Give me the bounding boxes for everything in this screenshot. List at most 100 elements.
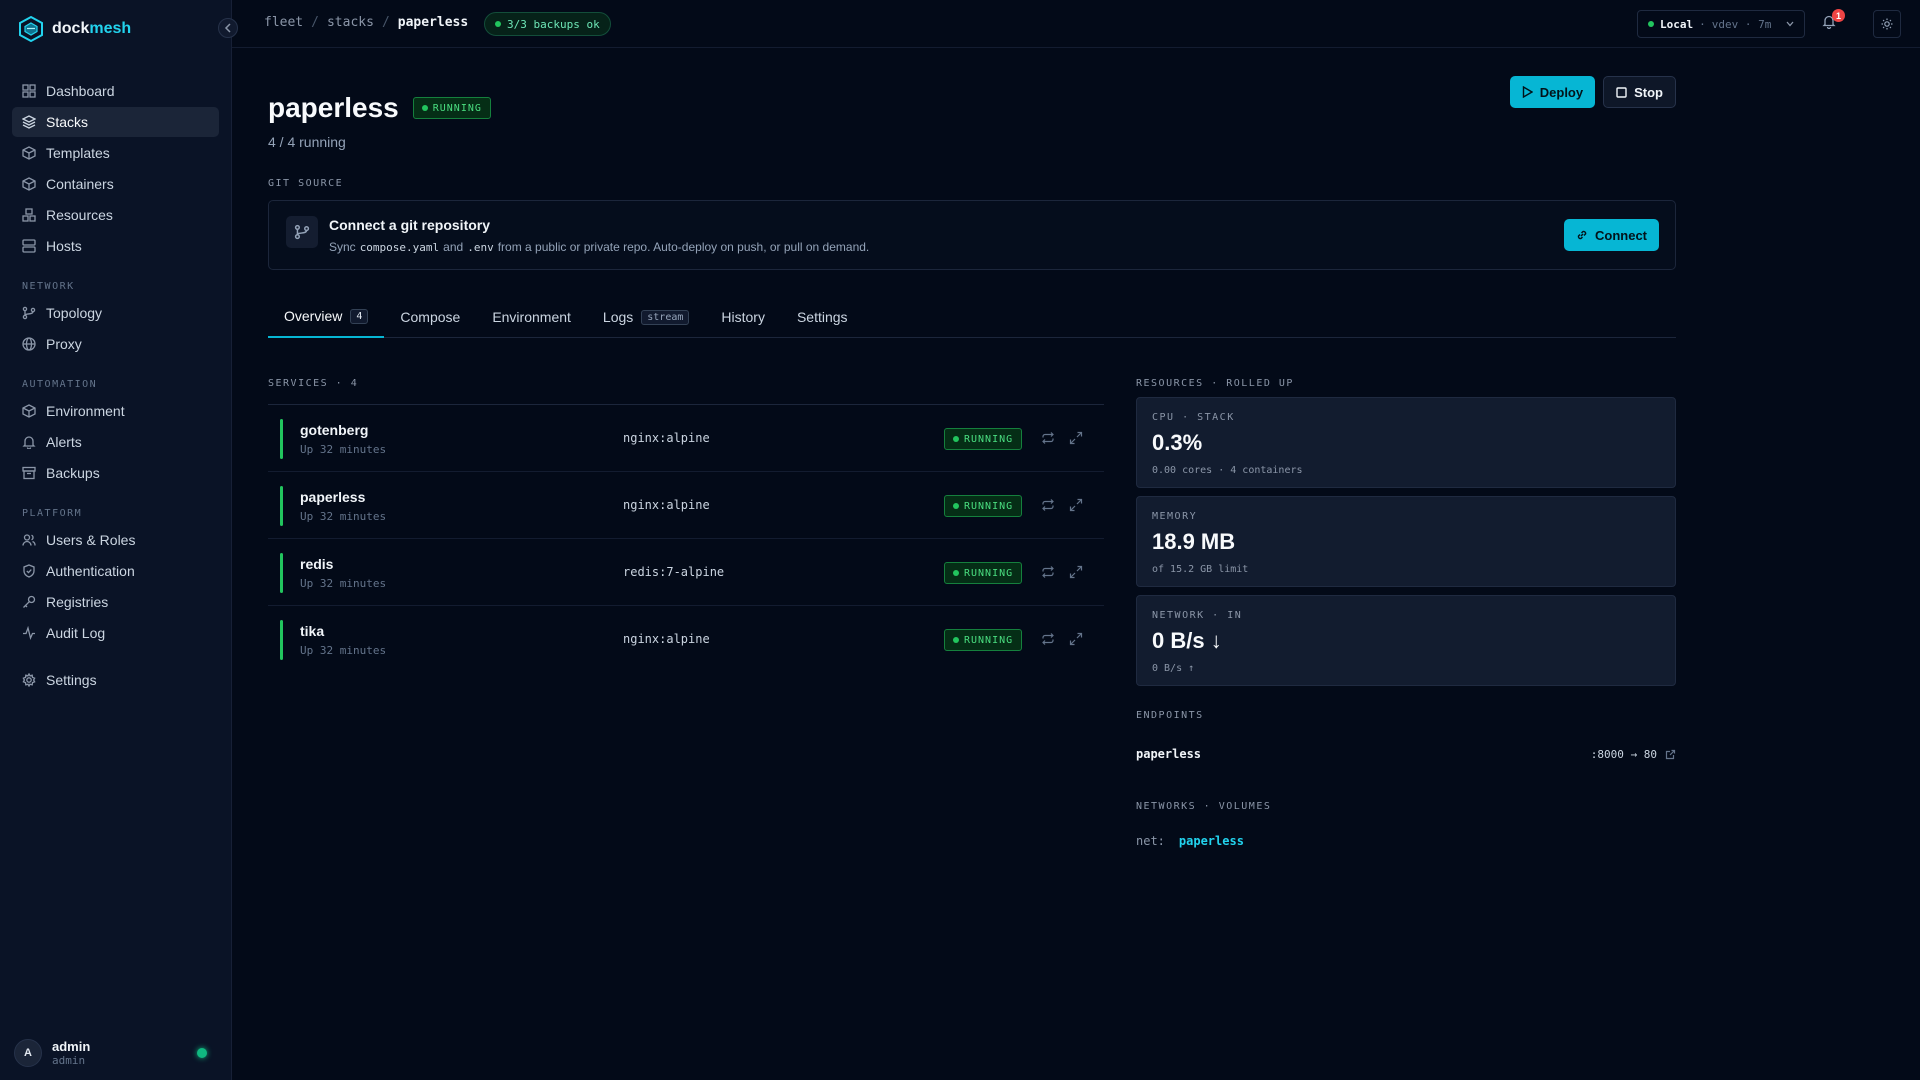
service-health-bar [280, 419, 283, 459]
service-row[interactable]: paperless Up 32 minutes nginx:alpine RUN… [268, 472, 1104, 539]
external-link-icon[interactable] [1665, 749, 1676, 760]
separator-dot: · [1699, 17, 1706, 31]
brand-name: dockmesh [52, 20, 132, 37]
sidebar-item-resources[interactable]: Resources [12, 200, 219, 230]
sidebar-item-label: Templates [46, 145, 110, 161]
deploy-button[interactable]: Deploy [1509, 76, 1596, 108]
expand-icon[interactable] [1069, 565, 1083, 579]
networks-volumes-label: NETWORKS · VOLUMES [1136, 801, 1272, 812]
sun-icon [1881, 18, 1893, 30]
network-link[interactable]: paperless [1179, 834, 1244, 848]
tab-compose[interactable]: Compose [384, 296, 476, 338]
link-icon [1577, 230, 1587, 240]
host-selector[interactable]: Local · vdev · 7m [1637, 10, 1805, 38]
breadcrumb-fleet[interactable]: fleet [264, 15, 303, 30]
network-key: net: [1136, 834, 1165, 848]
sidebar-item-label: Proxy [46, 336, 82, 352]
sidebar-item-stacks[interactable]: Stacks [12, 107, 219, 137]
tab-settings[interactable]: Settings [781, 296, 864, 338]
user-menu[interactable]: A admin admin [14, 1039, 90, 1067]
sidebar-item-environment[interactable]: Environment [12, 396, 219, 426]
boxes-icon [22, 208, 36, 222]
sidebar-item-registries[interactable]: Registries [12, 587, 219, 617]
expand-icon[interactable] [1069, 498, 1083, 512]
restart-icon[interactable] [1041, 431, 1055, 445]
sidebar-item-label: Dashboard [46, 83, 115, 99]
brand-logo[interactable]: dockmesh [18, 16, 131, 42]
tab-overview[interactable]: Overview 4 [268, 296, 385, 338]
stack-status-badge: RUNNING [412, 97, 491, 119]
sidebar-item-label: Authentication [46, 563, 135, 579]
service-name: tika [300, 623, 325, 639]
resources-label: RESOURCES · ROLLED UP [1136, 378, 1294, 389]
connect-git-button[interactable]: Connect [1564, 219, 1659, 251]
service-health-bar [280, 620, 283, 660]
nav-section-network: NETWORK [22, 281, 75, 292]
archive-icon [22, 466, 36, 480]
theme-toggle-button[interactable] [1873, 10, 1901, 38]
endpoint-port: :8000 → 80 [1591, 748, 1676, 761]
sidebar-item-backups[interactable]: Backups [12, 458, 219, 488]
box-icon [22, 177, 36, 191]
tab-history[interactable]: History [705, 296, 781, 338]
sidebar-item-label: Environment [46, 403, 125, 419]
restart-icon[interactable] [1041, 632, 1055, 646]
service-uptime: Up 32 minutes [300, 443, 387, 456]
git-card-title: Connect a git repository [329, 217, 491, 233]
endpoint-row[interactable]: paperless :8000 → 80 [1136, 747, 1676, 761]
service-health-bar [280, 486, 283, 526]
sidebar-item-authentication[interactable]: Authentication [12, 556, 219, 586]
git-branch-icon [22, 306, 36, 320]
service-status-badge: RUNNING [944, 428, 1023, 450]
service-row[interactable]: tika Up 32 minutes nginx:alpine RUNNING [268, 606, 1104, 673]
sidebar-item-templates[interactable]: Templates [12, 138, 219, 168]
sidebar-item-audit-log[interactable]: Audit Log [12, 618, 219, 648]
sidebar-item-containers[interactable]: Containers [12, 169, 219, 199]
network-label: NETWORK · IN [1152, 610, 1243, 621]
git-source-card: Connect a git repository Sync compose.ya… [268, 200, 1676, 270]
service-row[interactable]: gotenberg Up 32 minutes nginx:alpine RUN… [268, 405, 1104, 472]
services-list: gotenberg Up 32 minutes nginx:alpine RUN… [268, 404, 1104, 673]
restart-icon[interactable] [1041, 565, 1055, 579]
breadcrumb: fleet / stacks / paperless [264, 15, 468, 30]
chevron-down-icon [1786, 21, 1794, 27]
service-status-badge: RUNNING [944, 495, 1023, 517]
service-name: gotenberg [300, 422, 369, 438]
restart-icon[interactable] [1041, 498, 1055, 512]
resources-panel: RESOURCES · ROLLED UP CPU · STACK 0.3% 0… [1136, 378, 1676, 848]
page-actions: Deploy Stop [1509, 76, 1676, 108]
users-icon [22, 534, 36, 546]
sidebar-item-label: Registries [46, 594, 109, 610]
tab-logs[interactable]: Logs stream [587, 296, 705, 338]
endpoints-label: ENDPOINTS [1136, 710, 1204, 721]
sidebar-item-hosts[interactable]: Hosts [12, 231, 219, 261]
key-icon [23, 595, 36, 608]
user-name: admin [52, 1039, 91, 1054]
sidebar: dockmesh Dashboard Stacks Templates Cont… [0, 0, 238, 1080]
sidebar-item-label: Hosts [46, 238, 82, 254]
expand-icon[interactable] [1069, 431, 1083, 445]
service-name: redis [300, 556, 334, 572]
expand-icon[interactable] [1069, 632, 1083, 646]
backup-status-badge[interactable]: 3/3 backups ok [484, 12, 611, 36]
memory-label: MEMORY [1152, 511, 1198, 522]
tab-stream-badge: stream [641, 309, 690, 325]
sidebar-item-users-roles[interactable]: Users & Roles [12, 525, 219, 555]
online-status-indicator [197, 1048, 207, 1058]
endpoint-name: paperless [1136, 747, 1202, 761]
sidebar-item-label: Audit Log [46, 625, 106, 641]
memory-card: MEMORY 18.9 MB of 15.2 GB limit [1136, 496, 1676, 587]
activity-icon [23, 626, 35, 640]
cpu-detail: 0.00 cores · 4 containers [1152, 465, 1303, 476]
sidebar-item-proxy[interactable]: Proxy [12, 329, 219, 359]
tab-environment[interactable]: Environment [476, 296, 587, 338]
breadcrumb-current: paperless [397, 15, 469, 30]
service-row[interactable]: redis Up 32 minutes redis:7-alpine RUNNI… [268, 539, 1104, 606]
sidebar-item-topology[interactable]: Topology [12, 298, 219, 328]
sidebar-item-settings[interactable]: Settings [12, 665, 219, 695]
breadcrumb-stacks[interactable]: stacks [327, 15, 374, 30]
sidebar-item-dashboard[interactable]: Dashboard [12, 76, 219, 106]
stop-button[interactable]: Stop [1603, 76, 1676, 108]
sidebar-item-alerts[interactable]: Alerts [12, 427, 219, 457]
sidebar-item-label: Containers [46, 176, 114, 192]
